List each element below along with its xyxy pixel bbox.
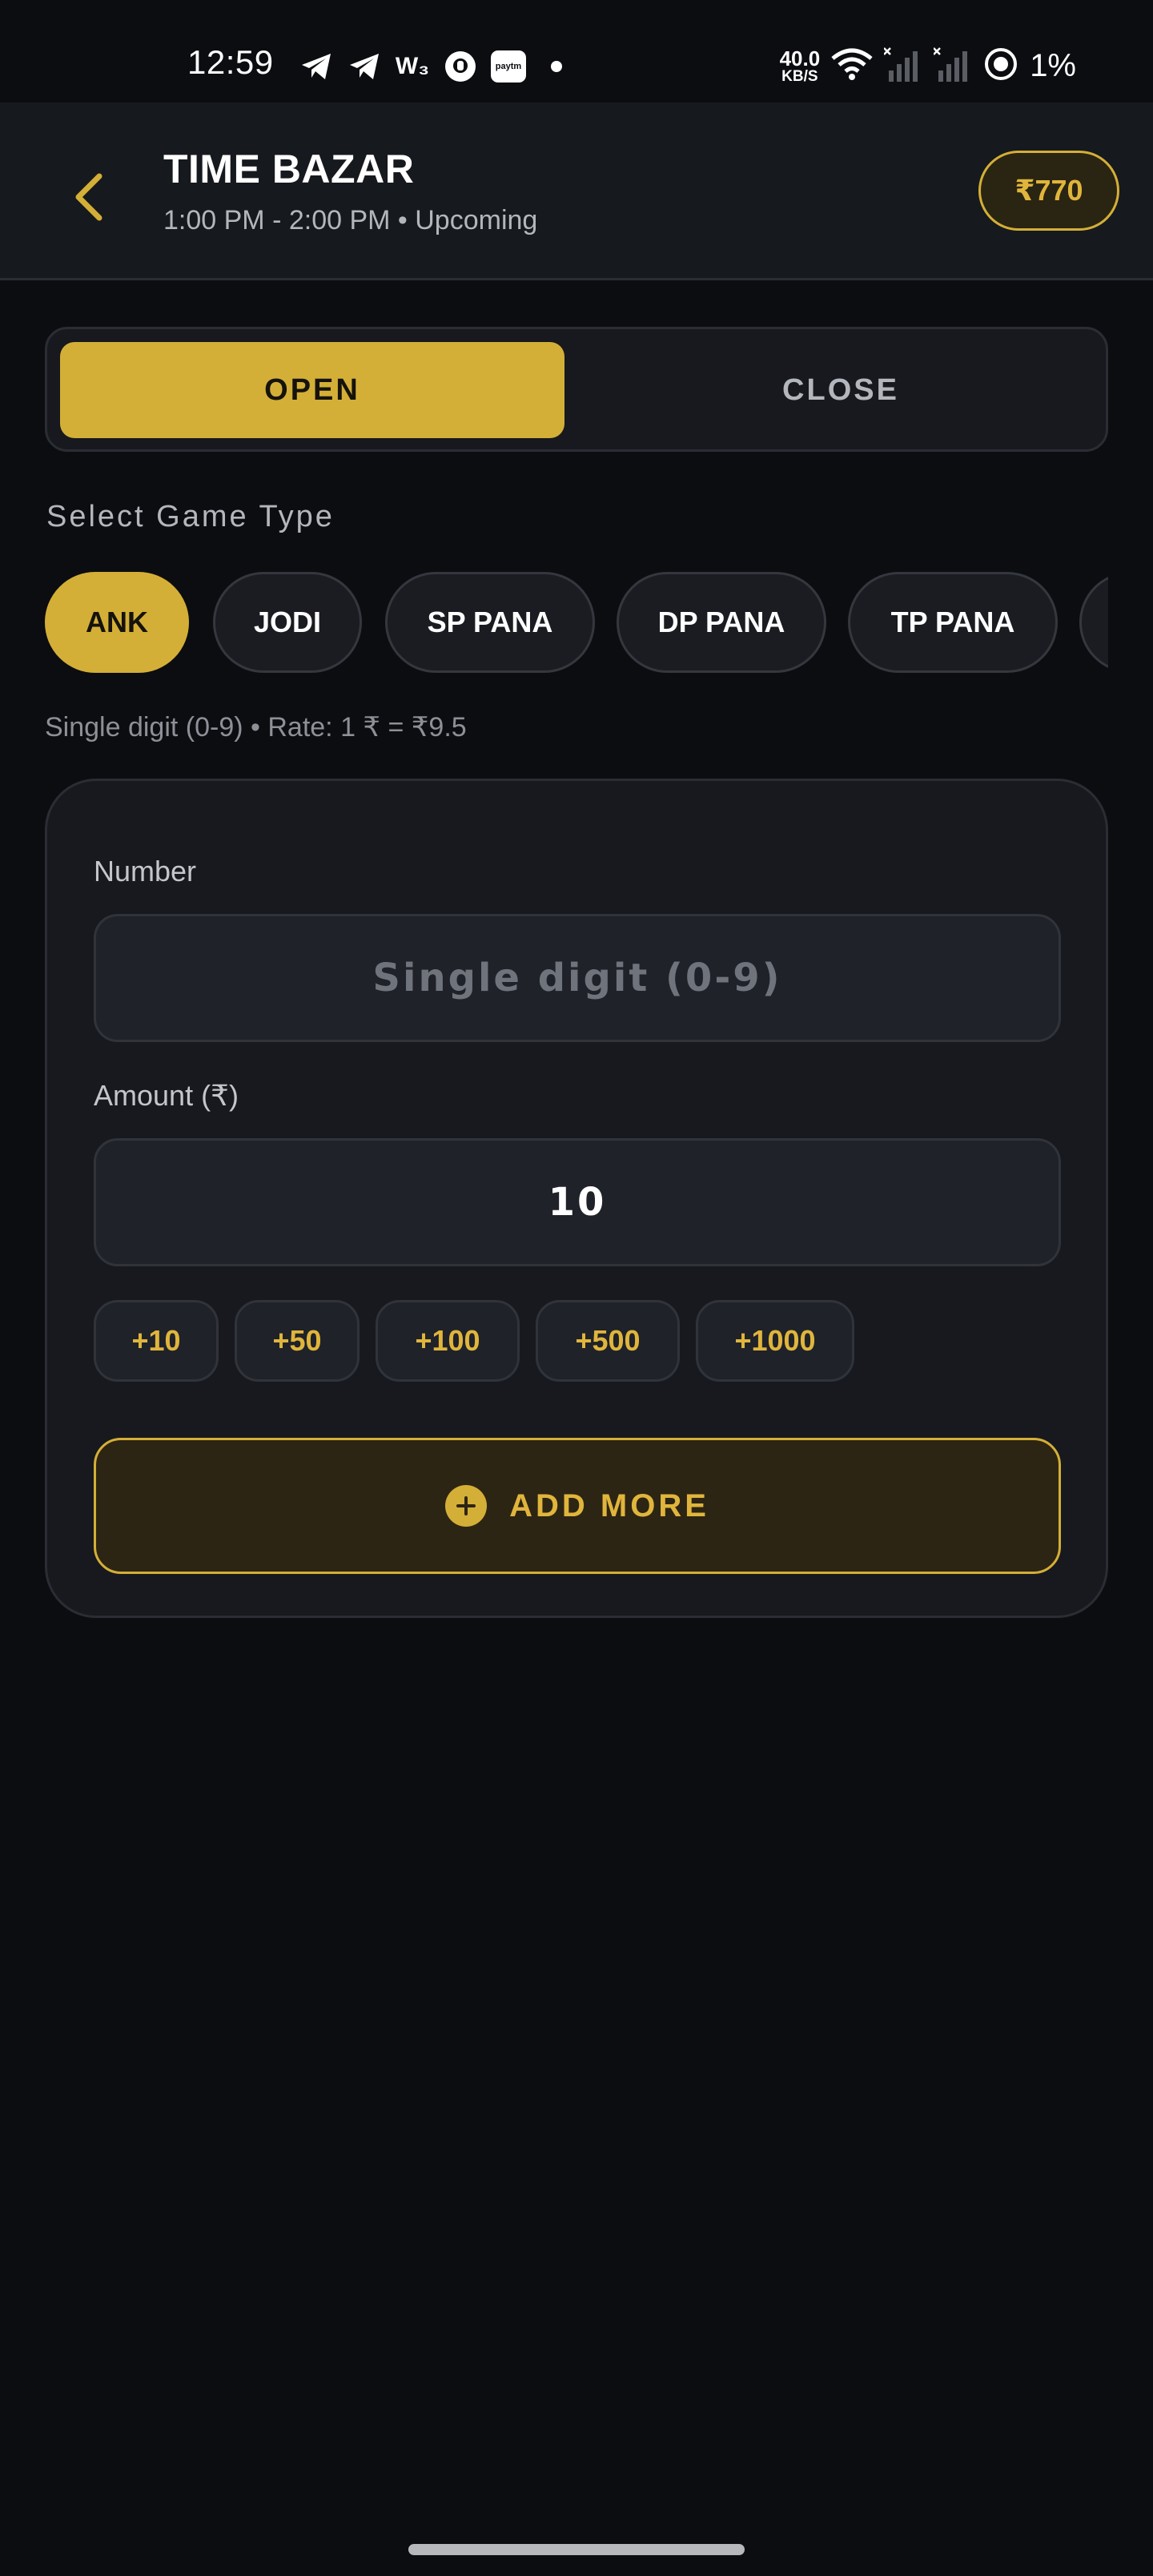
w3-icon: W₃: [395, 53, 430, 79]
add-more-button[interactable]: ADD MORE: [94, 1438, 1061, 1574]
quick-amount-50[interactable]: +50: [235, 1300, 360, 1382]
status-bar: 12:59 W₃ paytm 40.0 KB/S 1%: [0, 0, 1153, 103]
number-input[interactable]: [96, 916, 1059, 1040]
rate-info: Single digit (0-9) • Rate: 1 ₹ = ₹9.5: [45, 712, 467, 743]
system-icons: 40.0 KB/S 1%: [780, 43, 1076, 88]
close-session-button[interactable]: CLOSE: [589, 342, 1093, 438]
home-indicator[interactable]: [408, 2544, 745, 2555]
quick-amount-500[interactable]: +500: [536, 1300, 680, 1382]
back-button[interactable]: [56, 157, 120, 237]
wallet-balance-badge[interactable]: ₹770: [978, 151, 1119, 231]
market-title: TIME BAZAR: [163, 147, 415, 191]
dot-icon: [538, 48, 575, 85]
battery-percent: 1%: [1030, 47, 1076, 83]
market-timing: 1:00 PM - 2:00 PM • Upcoming: [163, 205, 538, 235]
telegram-icon: [298, 48, 335, 85]
quick-amount-1000[interactable]: +1000: [696, 1300, 854, 1382]
net-speed-unit: KB/S: [781, 67, 818, 85]
chevron-left-icon: [75, 173, 102, 221]
amount-input[interactable]: [96, 1141, 1059, 1264]
chip-jodi[interactable]: JODI: [213, 572, 362, 673]
chip-tp-pana[interactable]: TP PANA: [848, 572, 1058, 673]
game-type-label: Select Game Type: [46, 500, 335, 533]
paytm-label: paytm: [491, 50, 526, 83]
game-type-chips[interactable]: ANK JODI SP PANA DP PANA TP PANA: [45, 572, 1108, 674]
plus-circle-icon: [445, 1485, 488, 1527]
battery-saver-icon: [983, 46, 1018, 86]
chip-overflow[interactable]: [1079, 572, 1108, 673]
chip-sp-pana[interactable]: SP PANA: [385, 572, 595, 673]
add-more-label: ADD MORE: [509, 1487, 709, 1523]
open-session-button[interactable]: OPEN: [60, 342, 564, 438]
app-header: TIME BAZAR 1:00 PM - 2:00 PM • Upcoming …: [0, 103, 1153, 280]
chat-icon: [442, 48, 479, 85]
bet-card: Number Amount (₹) +10 +50 +100 +500 +100…: [45, 779, 1108, 1618]
number-field: [94, 914, 1061, 1042]
quick-amount-10[interactable]: +10: [94, 1300, 219, 1382]
number-label: Number: [94, 855, 197, 888]
status-time: 12:59: [187, 43, 274, 81]
quick-amount-100[interactable]: +100: [376, 1300, 520, 1382]
amount-field: [94, 1138, 1061, 1266]
paytm-icon: paytm: [490, 48, 527, 85]
chip-dp-pana[interactable]: DP PANA: [617, 572, 826, 673]
chip-ank[interactable]: ANK: [45, 572, 189, 673]
amount-label: Amount (₹): [94, 1079, 239, 1112]
session-toggle: OPEN CLOSE: [45, 327, 1108, 452]
net-speed-value: 40.0: [779, 46, 821, 70]
telegram-icon: [346, 48, 383, 85]
notification-icons: W₃ paytm: [298, 46, 575, 87]
signal-icon: [883, 46, 922, 86]
signal-icon: [933, 46, 972, 86]
wifi-icon: [831, 47, 873, 85]
net-speed: 40.0 KB/S: [780, 48, 821, 84]
